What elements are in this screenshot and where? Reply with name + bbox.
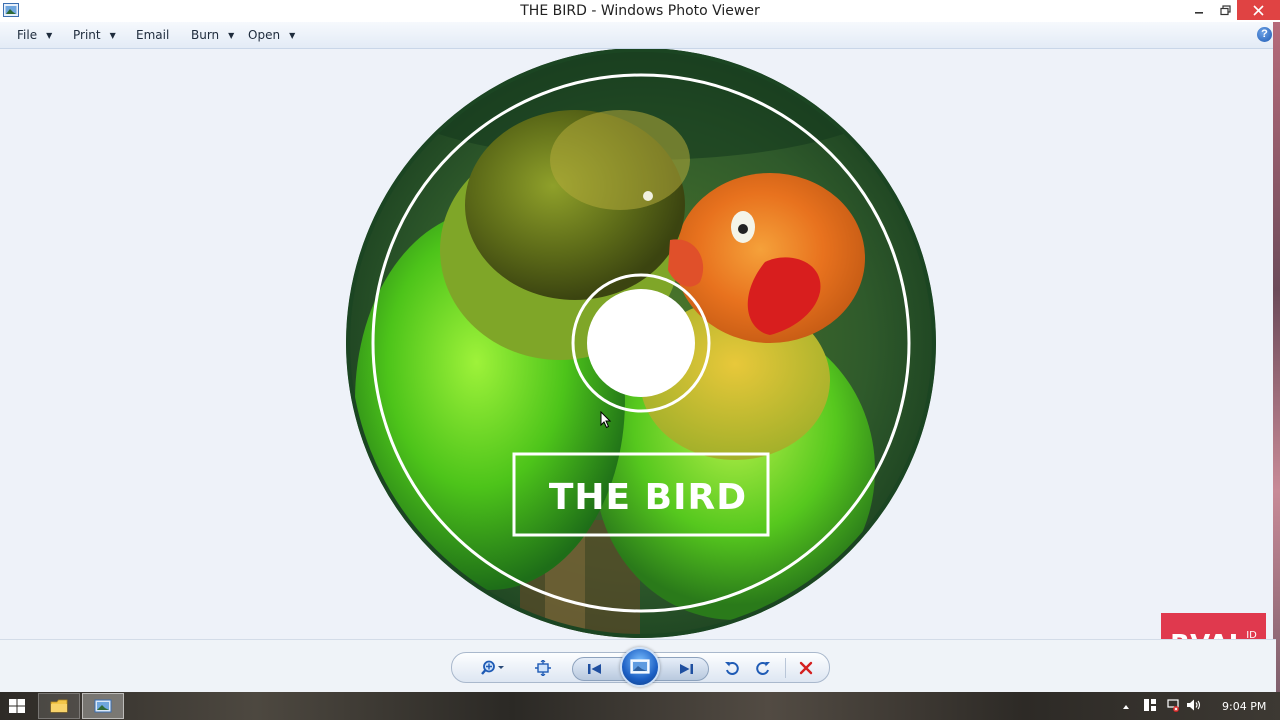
rotate-counterclockwise-button[interactable]	[721, 658, 743, 678]
delete-icon	[799, 661, 813, 675]
title-bar: THE BIRD - Windows Photo Viewer	[0, 0, 1280, 22]
close-icon	[1253, 4, 1264, 16]
restore-button[interactable]	[1212, 0, 1238, 20]
previous-button[interactable]	[582, 659, 608, 679]
next-icon	[680, 664, 693, 674]
flag-icon	[1144, 699, 1156, 711]
background-window-edge	[1273, 22, 1280, 692]
previous-icon	[588, 664, 601, 674]
chevron-down-icon: ▼	[289, 31, 296, 40]
rotate-clockwise-button[interactable]	[752, 658, 774, 678]
photo-viewer-icon	[94, 699, 112, 713]
slideshow-button[interactable]	[620, 647, 660, 687]
actual-size-button[interactable]	[532, 658, 554, 678]
menu-bar: File ▼ Print ▼ Email Burn ▼ Open ▼ ?	[0, 22, 1280, 49]
menu-email[interactable]: Email	[136, 28, 169, 42]
tray-device-icon[interactable]	[1143, 698, 1157, 717]
menu-open-label: Open	[248, 28, 281, 42]
disc-label-text: THE BIRD	[549, 477, 747, 518]
show-hidden-icons-button[interactable]	[1122, 699, 1130, 717]
taskbar-clock[interactable]: 9:04 PM	[1222, 700, 1266, 713]
chevron-down-icon: ▼	[109, 31, 116, 40]
taskbar-file-explorer[interactable]	[38, 693, 80, 719]
zoom-button[interactable]	[476, 658, 510, 678]
slideshow-icon	[630, 659, 650, 674]
menu-file-label: File	[17, 28, 38, 42]
menu-email-label: Email	[136, 28, 170, 42]
window-title: THE BIRD - Windows Photo Viewer	[520, 3, 760, 19]
chevron-down-icon: ▼	[46, 31, 53, 40]
rotate-clockwise-icon	[756, 662, 770, 675]
menu-print[interactable]: Print ▼	[73, 28, 116, 42]
tray-volume-icon[interactable]	[1186, 698, 1202, 717]
chevron-up-icon	[1123, 705, 1129, 709]
minimize-icon	[1195, 12, 1203, 14]
menu-burn-label: Burn	[191, 28, 220, 42]
mouse-cursor-icon	[600, 411, 612, 429]
actual-size-icon	[535, 660, 551, 676]
next-button[interactable]	[673, 659, 699, 679]
close-button[interactable]	[1237, 0, 1280, 20]
zoom-icon	[481, 660, 504, 675]
menu-print-label: Print	[73, 28, 101, 42]
start-button-windows-icon[interactable]	[8, 698, 26, 714]
disc-image: THE BIRD	[346, 49, 936, 638]
menu-burn[interactable]: Burn ▼	[191, 28, 234, 42]
image-viewer-area: THE BIRD	[0, 49, 1276, 639]
file-explorer-icon	[50, 699, 68, 713]
tray-network-icon[interactable]	[1166, 698, 1180, 717]
taskbar: 9:04 PM	[0, 692, 1280, 720]
help-icon[interactable]: ?	[1257, 27, 1272, 42]
speaker-icon	[1187, 699, 1201, 711]
minimize-button[interactable]	[1186, 0, 1212, 20]
menu-file[interactable]: File ▼	[17, 28, 52, 42]
menu-open[interactable]: Open ▼	[248, 28, 295, 42]
restore-icon	[1219, 4, 1231, 15]
taskbar-photo-viewer[interactable]	[82, 693, 124, 719]
rotate-counterclockwise-icon	[725, 662, 739, 675]
delete-button[interactable]	[795, 658, 817, 678]
chevron-down-icon: ▼	[228, 31, 235, 40]
toolbar-divider	[785, 658, 786, 678]
network-disconnected-icon	[1167, 699, 1179, 712]
